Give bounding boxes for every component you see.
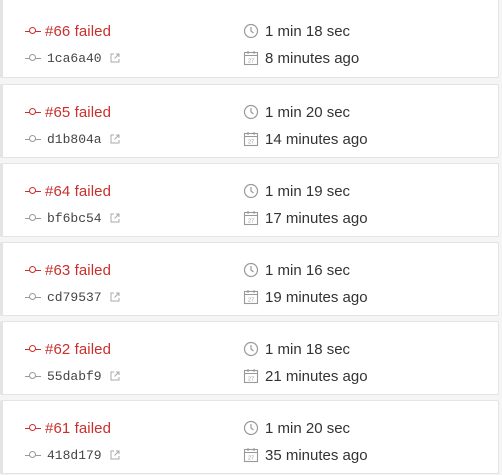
- external-link-icon[interactable]: [110, 213, 120, 223]
- build-finished-time: 19 minutes ago: [265, 288, 368, 306]
- build-card[interactable]: #65 failed d1b804a 1 min 20 sec 27 14 mi…: [0, 84, 499, 158]
- calendar-icon: 27: [243, 369, 259, 384]
- clock-icon: [243, 104, 259, 120]
- clock-icon: [243, 341, 259, 357]
- build-status-link[interactable]: #63 failed: [45, 262, 111, 279]
- build-finished-time: 21 minutes ago: [265, 367, 368, 385]
- commit-icon: [25, 422, 41, 434]
- build-finished-time: 17 minutes ago: [265, 209, 368, 227]
- clock-icon: [243, 420, 259, 436]
- commit-icon: [25, 264, 41, 276]
- svg-text:27: 27: [248, 59, 254, 65]
- calendar-icon: 27: [243, 448, 259, 463]
- svg-text:27: 27: [248, 298, 254, 304]
- build-duration: 1 min 20 sec: [265, 103, 351, 121]
- build-duration: 1 min 16 sec: [265, 261, 351, 279]
- clock-icon: [243, 23, 259, 39]
- commit-icon: [25, 185, 41, 197]
- commit-icon: [25, 449, 41, 461]
- calendar-icon: 27: [243, 290, 259, 305]
- commit-icon: [25, 133, 41, 145]
- build-finished-time: 35 minutes ago: [265, 446, 368, 464]
- build-status-link[interactable]: #65 failed: [45, 104, 111, 121]
- build-duration: 1 min 19 sec: [265, 182, 351, 200]
- build-card[interactable]: #63 failed cd79537 1 min 16 sec 27 19 mi…: [0, 242, 499, 316]
- external-link-icon[interactable]: [110, 292, 120, 302]
- build-status-link[interactable]: #62 failed: [45, 341, 111, 358]
- clock-icon: [243, 262, 259, 278]
- build-duration: 1 min 18 sec: [265, 22, 351, 40]
- svg-text:27: 27: [248, 456, 254, 462]
- build-card[interactable]: #66 failed 1ca6a40 1 min 18 sec 27 8 min…: [0, 0, 499, 78]
- commit-icon: [25, 291, 41, 303]
- build-status-link[interactable]: #66 failed: [45, 23, 111, 40]
- commit-sha-link[interactable]: 1ca6a40: [47, 51, 102, 66]
- svg-text:27: 27: [248, 219, 254, 225]
- calendar-icon: 27: [243, 211, 259, 226]
- calendar-icon: 27: [243, 51, 259, 66]
- external-link-icon[interactable]: [110, 450, 120, 460]
- build-status-link[interactable]: #61 failed: [45, 420, 111, 437]
- build-duration: 1 min 20 sec: [265, 419, 351, 437]
- commit-icon: [25, 25, 41, 37]
- build-card[interactable]: #64 failed bf6bc54 1 min 19 sec 27 17 mi…: [0, 163, 499, 237]
- commit-sha-link[interactable]: d1b804a: [47, 132, 102, 147]
- commit-sha-link[interactable]: cd79537: [47, 290, 102, 305]
- commit-icon: [25, 212, 41, 224]
- commit-icon: [25, 370, 41, 382]
- commit-icon: [25, 343, 41, 355]
- commit-icon: [25, 52, 41, 64]
- build-list: #66 failed 1ca6a40 1 min 18 sec 27 8 min…: [0, 0, 502, 475]
- build-card[interactable]: #61 failed 418d179 1 min 20 sec 27 35 mi…: [0, 400, 499, 474]
- build-finished-time: 14 minutes ago: [265, 130, 368, 148]
- build-card[interactable]: #62 failed 55dabf9 1 min 18 sec 27 21 mi…: [0, 321, 499, 395]
- svg-text:27: 27: [248, 377, 254, 383]
- build-duration: 1 min 18 sec: [265, 340, 351, 358]
- external-link-icon[interactable]: [110, 134, 120, 144]
- svg-text:27: 27: [248, 140, 254, 146]
- commit-sha-link[interactable]: 55dabf9: [47, 369, 102, 384]
- build-status-link[interactable]: #64 failed: [45, 183, 111, 200]
- calendar-icon: 27: [243, 132, 259, 147]
- clock-icon: [243, 183, 259, 199]
- commit-sha-link[interactable]: 418d179: [47, 448, 102, 463]
- commit-sha-link[interactable]: bf6bc54: [47, 211, 102, 226]
- build-finished-time: 8 minutes ago: [265, 49, 360, 67]
- external-link-icon[interactable]: [110, 371, 120, 381]
- commit-icon: [25, 106, 41, 118]
- external-link-icon[interactable]: [110, 53, 120, 63]
